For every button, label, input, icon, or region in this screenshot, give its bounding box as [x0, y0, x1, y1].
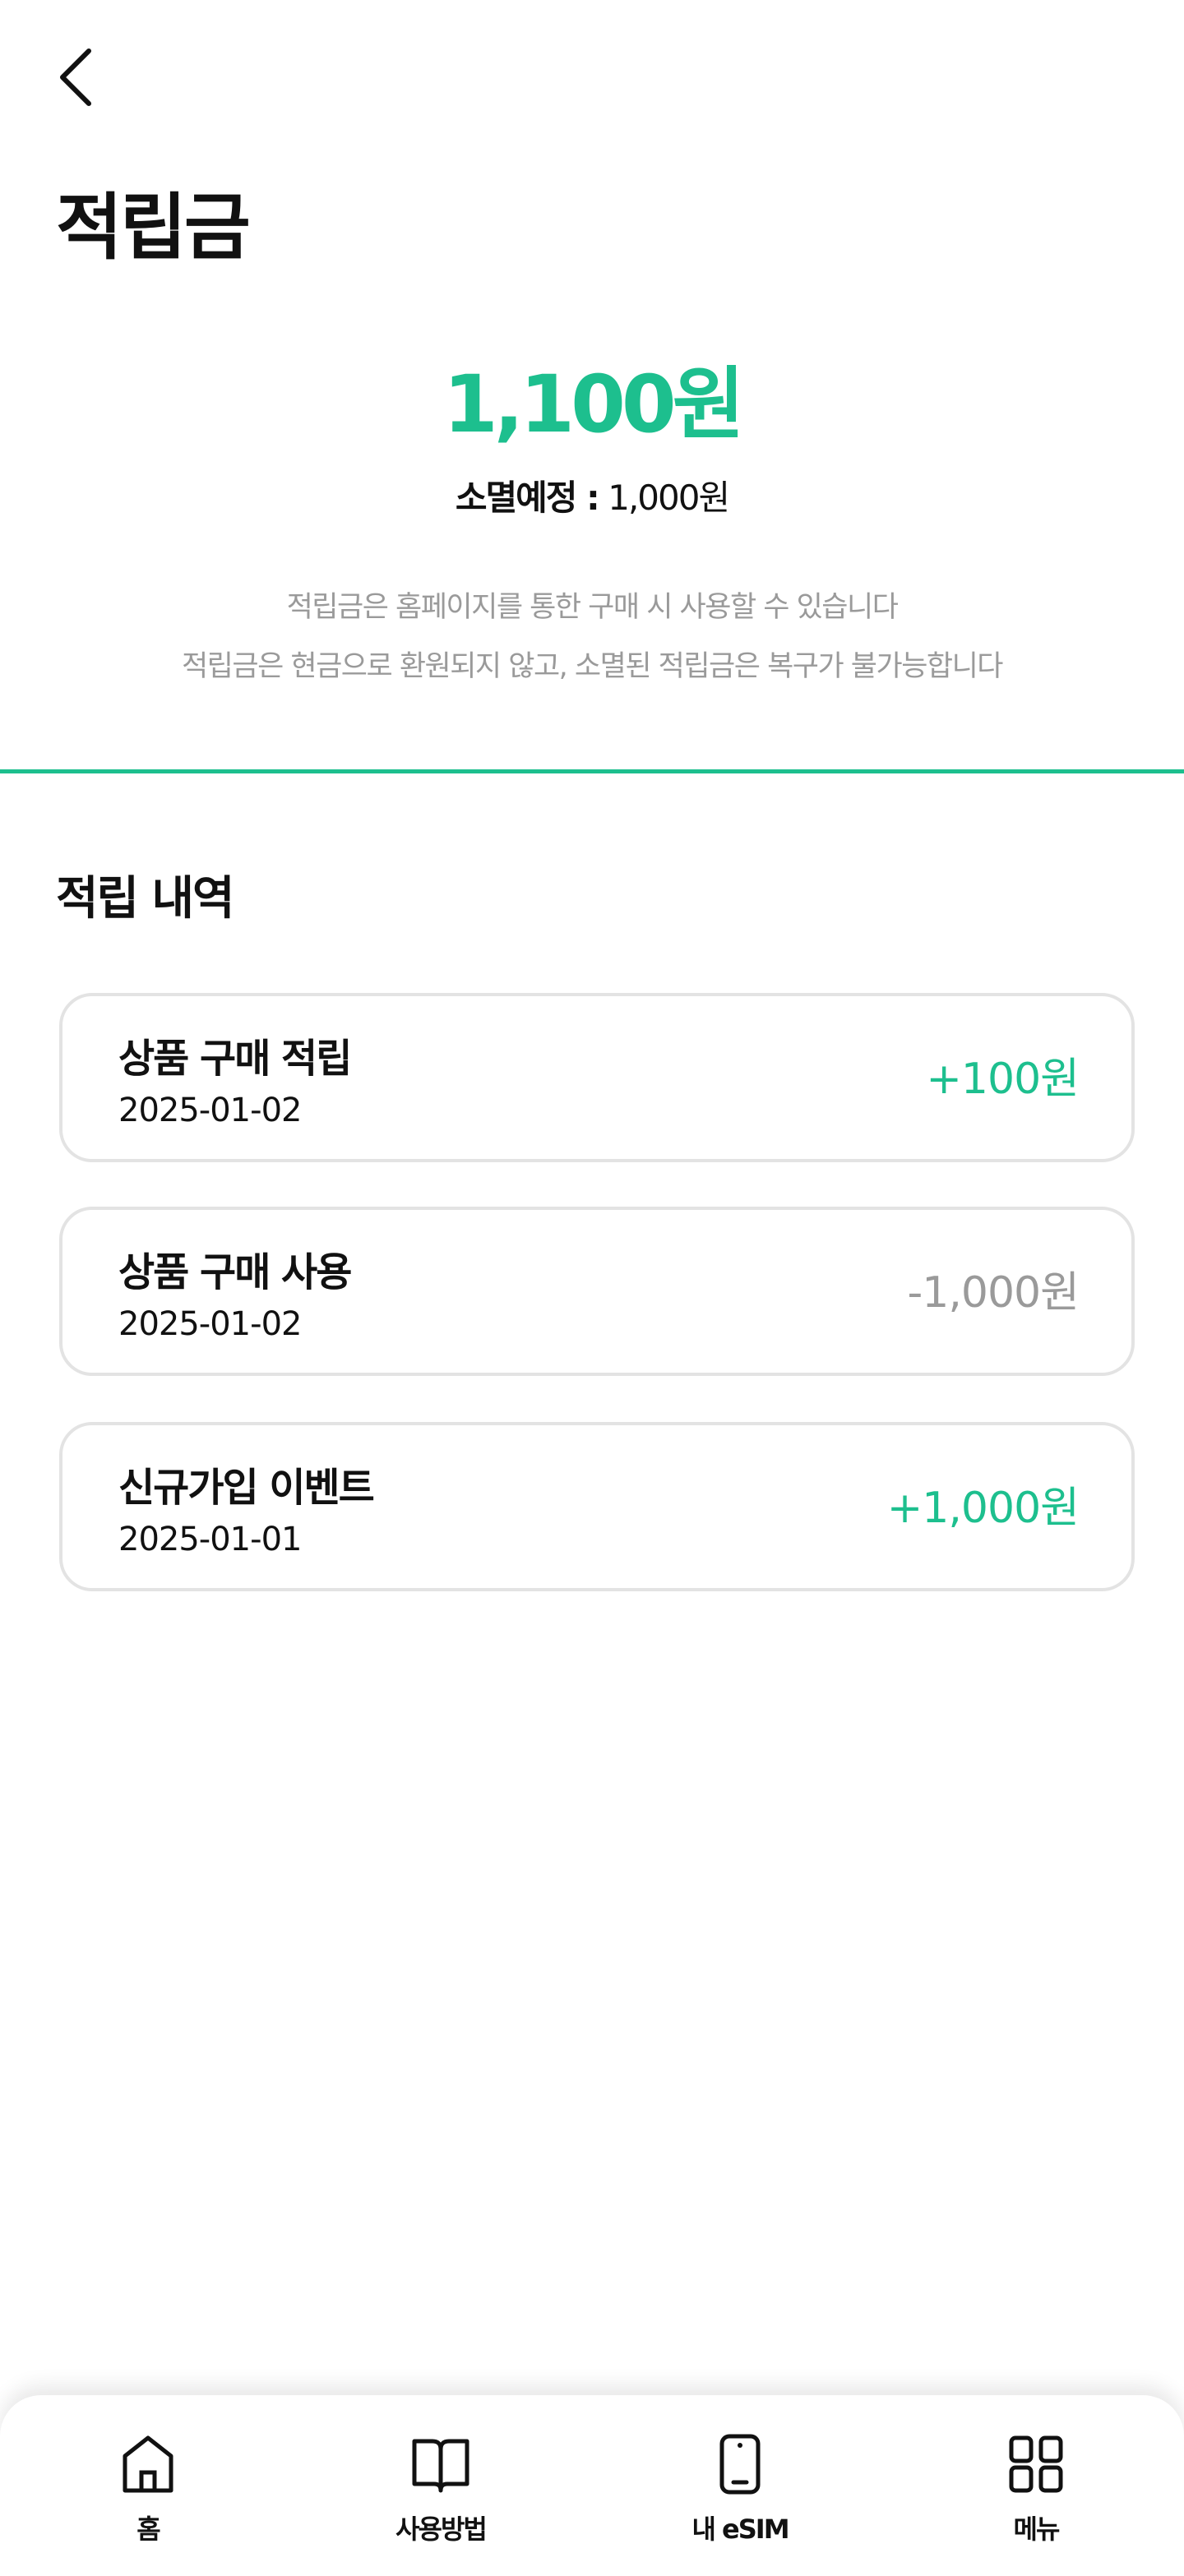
- phone-icon: [719, 2434, 761, 2495]
- nav-item-my-esim[interactable]: 내 eSIM: [592, 2395, 888, 2564]
- notice-line-1: 적립금은 홈페이지를 통한 구매 시 사용할 수 있습니다: [286, 591, 899, 624]
- balance-amount: 1,100원: [443, 358, 745, 450]
- history-item-amount: -1,000원: [907, 1268, 1080, 1318]
- expire-value: 1,000원: [608, 478, 730, 518]
- history-item-amount: +100원: [926, 1055, 1080, 1104]
- chevron-left-icon: [60, 48, 91, 106]
- expire-label: 소멸예정 :: [455, 478, 600, 518]
- nav-item-menu[interactable]: 메뉴: [888, 2395, 1184, 2564]
- history-item-title: 상품 구매 사용: [118, 1249, 352, 1295]
- history-item: 상품 구매 사용 2025-01-02 -1,000원: [59, 1207, 1135, 1376]
- bottom-nav: 홈 사용방법 내 eSIM 메뉴: [0, 2395, 1184, 2576]
- expire-info: 소멸예정 : 1,000원: [0, 470, 1184, 520]
- nav-label: 내 eSIM: [691, 2514, 789, 2545]
- nav-label: 사용방법: [395, 2514, 488, 2545]
- nav-item-home[interactable]: 홈: [0, 2395, 296, 2564]
- history-item-date: 2025-01-01: [118, 1521, 302, 1558]
- grid-icon: [1009, 2435, 1063, 2493]
- page-title: 적립금: [56, 185, 251, 270]
- history-item-date: 2025-01-02: [118, 1092, 302, 1129]
- history-item: 신규가입 이벤트 2025-01-01 +1,000원: [59, 1422, 1135, 1591]
- history-item-title: 상품 구매 적립: [118, 1036, 352, 1082]
- history-item: 상품 구매 적립 2025-01-02 +100원: [59, 993, 1135, 1162]
- nav-label: 메뉴: [1013, 2514, 1061, 2545]
- notice-line-2: 적립금은 현금으로 환원되지 않고, 소멸된 적립금은 복구가 불가능합니다: [181, 650, 1004, 683]
- section-divider: [0, 769, 1184, 773]
- home-icon: [123, 2435, 173, 2493]
- nav-item-guide[interactable]: 사용방법: [293, 2395, 589, 2564]
- history-item-title: 신규가입 이벤트: [118, 1465, 375, 1511]
- back-button[interactable]: [51, 46, 100, 108]
- history-item-date: 2025-01-02: [118, 1305, 302, 1343]
- nav-label: 홈: [136, 2514, 160, 2545]
- history-title: 적립 내역: [56, 872, 235, 926]
- book-icon: [412, 2439, 469, 2493]
- history-item-amount: +1,000원: [886, 1484, 1080, 1533]
